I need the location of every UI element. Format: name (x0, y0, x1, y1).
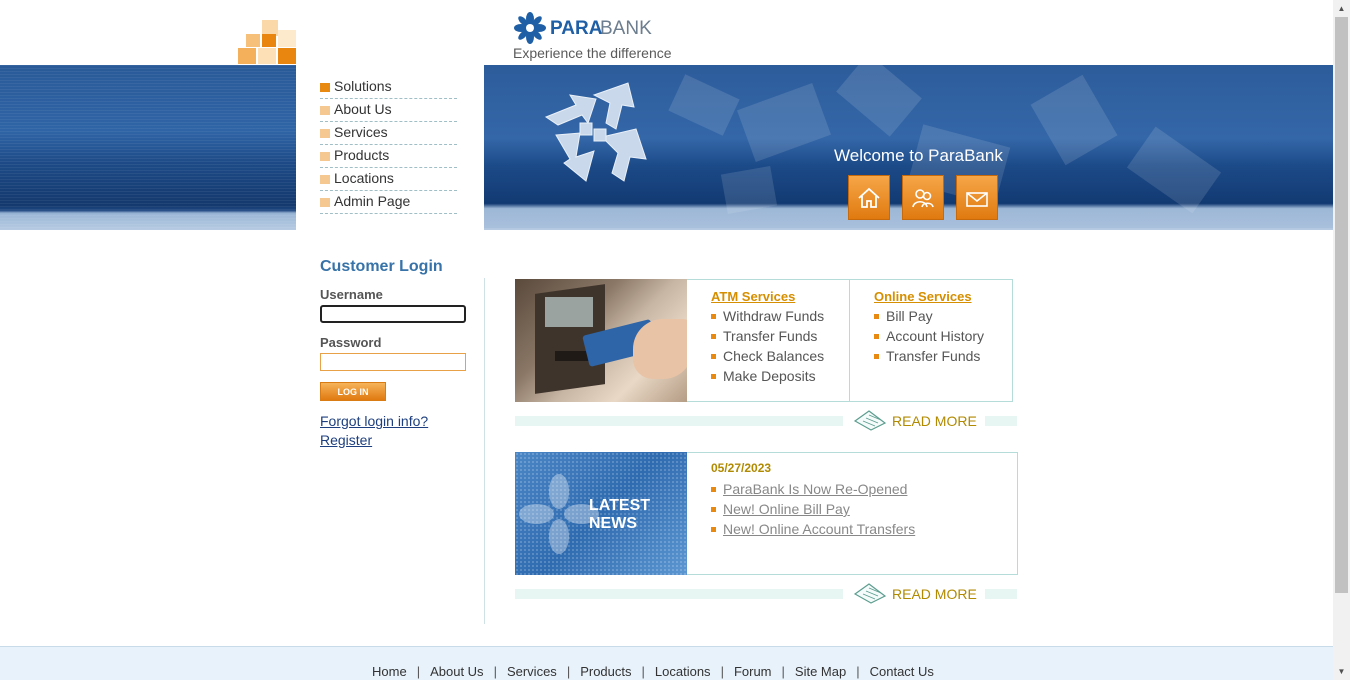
read-more-icon (853, 410, 887, 431)
footer-link-locations[interactable]: Locations (655, 664, 711, 679)
username-input[interactable] (320, 305, 466, 323)
scroll-down-arrow-icon[interactable]: ▼ (1333, 663, 1350, 680)
menu-bullet-icon (320, 129, 330, 138)
mail-icon[interactable] (956, 175, 998, 220)
atm-service-item[interactable]: Transfer Funds (711, 328, 817, 344)
menu-bullet-icon (320, 198, 330, 207)
footer-link-products[interactable]: Products (580, 664, 631, 679)
menu-item-label: Solutions (334, 78, 392, 94)
menu-item-label: Services (334, 124, 388, 140)
footer-separator: | (720, 664, 724, 679)
brand-name-bank: BANK (600, 18, 652, 39)
about-contact-icon[interactable] (902, 175, 944, 220)
parabank-flower-icon (514, 12, 546, 44)
footer-separator: | (493, 664, 497, 679)
register-link[interactable]: Register (320, 432, 372, 448)
menu-item-about-us[interactable]: About Us (320, 99, 457, 122)
footer-separator: | (856, 664, 860, 679)
footer-links: Home | About Us | Services | Products | Location… (372, 664, 934, 679)
password-label: Password (320, 335, 382, 350)
footer-separator: | (641, 664, 645, 679)
atm-services-heading[interactable]: ATM Services (711, 289, 795, 304)
menu-item-products[interactable]: Products (320, 145, 457, 168)
welcome-title: Welcome to ParaBank (834, 146, 1003, 165)
menu-bullet-icon (320, 152, 330, 161)
vertical-scrollbar[interactable]: ▲ ▼ (1333, 0, 1350, 680)
online-service-item[interactable]: Transfer Funds (874, 348, 980, 364)
news-date: 05/27/2023 (711, 461, 772, 475)
column-divider (484, 278, 485, 624)
home-icon[interactable] (848, 175, 890, 220)
parabank-logo[interactable]: PARA BANK (514, 12, 664, 44)
menu-bullet-icon (320, 175, 330, 184)
scroll-up-arrow-icon[interactable]: ▲ (1333, 0, 1350, 17)
footer-link-home[interactable]: Home (372, 664, 407, 679)
latest-news-text-line1: LATEST (589, 497, 651, 514)
menu-item-label: About Us (334, 101, 392, 117)
atm-service-item[interactable]: Check Balances (711, 348, 824, 364)
menu-item-label: Admin Page (334, 193, 411, 209)
online-service-item[interactable]: Bill Pay (874, 308, 933, 324)
left-menu: Solutions About Us Services Products Loc… (296, 65, 484, 245)
login-title: Customer Login (320, 258, 443, 275)
online-services-heading[interactable]: Online Services (874, 289, 972, 304)
services-read-more-link[interactable]: READ MORE (892, 413, 977, 429)
footer-link-services[interactable]: Services (507, 664, 557, 679)
footer-link-contact-us[interactable]: Contact Us (870, 664, 934, 679)
menu-item-locations[interactable]: Locations (320, 168, 457, 191)
news-item-link[interactable]: ParaBank Is Now Re-Opened (711, 481, 907, 497)
atm-service-item[interactable]: Make Deposits (711, 368, 816, 384)
news-item-link[interactable]: New! Online Account Transfers (711, 521, 915, 537)
footer: Home | About Us | Services | Products | Location… (0, 646, 1333, 680)
brand-tagline: Experience the difference (513, 45, 672, 61)
latest-news-image: LATEST NEWS (515, 452, 687, 575)
menu-item-label: Products (334, 147, 390, 163)
menu-item-admin-page[interactable]: Admin Page (320, 191, 457, 214)
latest-news-text-line2: NEWS (589, 515, 637, 532)
brand-name-para: PARA (550, 18, 603, 39)
news-item-link[interactable]: New! Online Bill Pay (711, 501, 850, 517)
atm-photo (515, 279, 687, 402)
menu-item-solutions[interactable]: Solutions (320, 76, 457, 99)
footer-link-site-map[interactable]: Site Map (795, 664, 846, 679)
footer-separator: | (416, 664, 421, 679)
footer-link-about-us[interactable]: About Us (430, 664, 483, 679)
password-input[interactable] (320, 353, 466, 371)
services-divider (849, 280, 850, 401)
page: PARA BANK Experience the difference Solu… (0, 0, 1350, 680)
news-read-more-link[interactable]: READ MORE (892, 586, 977, 602)
menu-bullet-icon (320, 83, 330, 92)
scrollbar-thumb[interactable] (1335, 17, 1348, 593)
online-service-item[interactable]: Account History (874, 328, 984, 344)
menu-item-services[interactable]: Services (320, 122, 457, 145)
username-label: Username (320, 287, 383, 302)
banner-arrows-graphic (544, 82, 647, 182)
footer-separator: | (781, 664, 785, 679)
footer-separator: | (566, 664, 571, 679)
menu-item-label: Locations (334, 170, 394, 186)
login-button[interactable]: LOG IN (320, 382, 386, 401)
atm-service-item[interactable]: Withdraw Funds (711, 308, 824, 324)
menu-bullet-icon (320, 106, 330, 115)
read-more-icon (853, 583, 887, 604)
footer-link-forum[interactable]: Forum (734, 664, 772, 679)
forgot-login-link[interactable]: Forgot login info? (320, 413, 428, 429)
